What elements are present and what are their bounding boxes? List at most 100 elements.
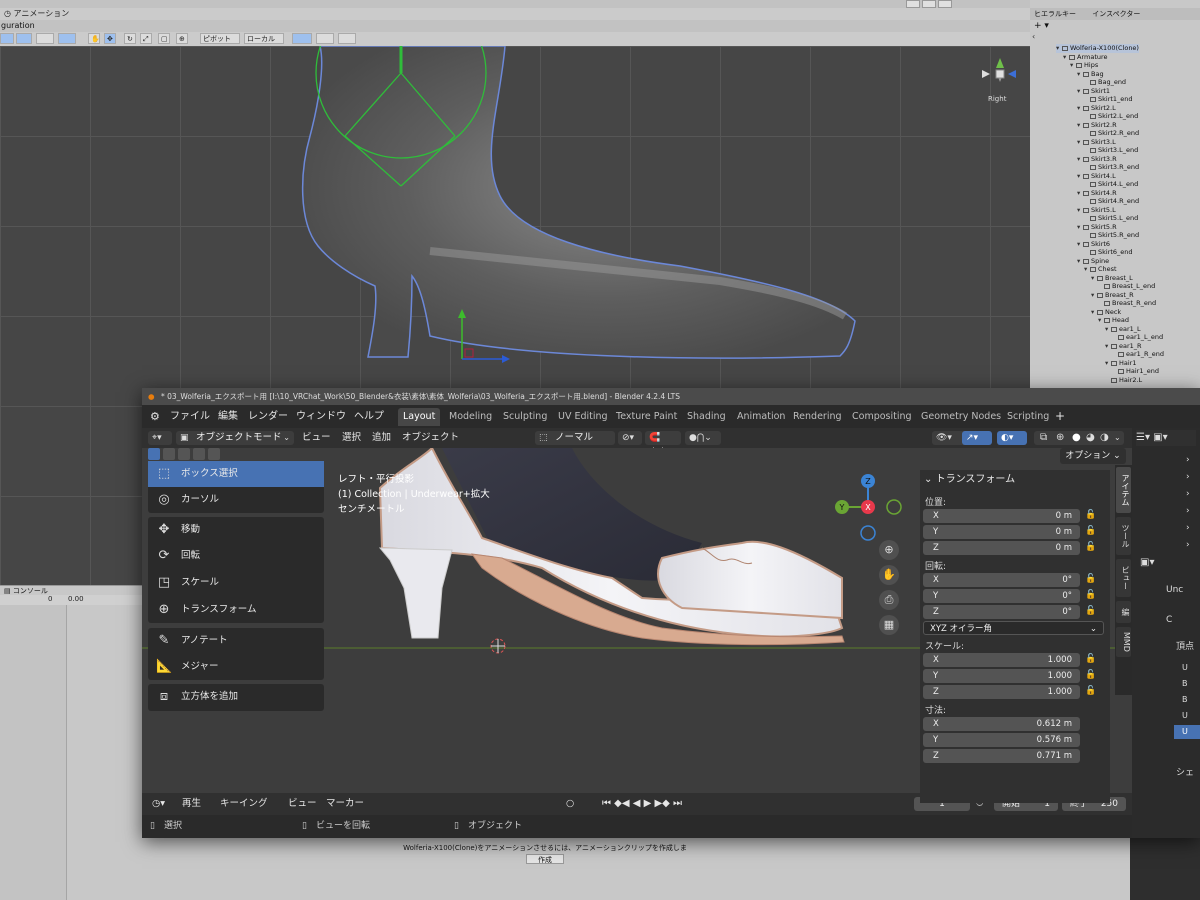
add-workspace-icon[interactable]: + — [1055, 405, 1065, 428]
shape-keys-header[interactable]: シェ — [1176, 765, 1194, 778]
tool-cursor[interactable]: ◎ カーソル — [148, 487, 324, 513]
lock-icon[interactable]: 🔓 — [1085, 606, 1096, 618]
transform-tool-icon[interactable]: ⊕ — [176, 33, 188, 44]
menu-file[interactable]: ファイル — [170, 405, 210, 428]
tool-rotate[interactable]: ⟳ 回転 — [148, 543, 324, 569]
lock-icon[interactable]: 🔓 — [1085, 542, 1096, 554]
vertex-group-4[interactable]: U — [1182, 711, 1188, 720]
dimension-z-field[interactable]: Z 0.771 m — [923, 749, 1080, 763]
blender-menu-logo-icon[interactable]: ⚙ — [150, 405, 160, 428]
increment-snap-dropdown[interactable] — [338, 33, 356, 44]
workspace-layout[interactable]: Layout — [398, 408, 441, 426]
dimension-y-field[interactable]: Y 0.576 m — [923, 733, 1080, 747]
timeline-editor-icon[interactable]: ◷▾ — [152, 793, 165, 815]
sidebar-tab-mmd[interactable]: MMD — [1116, 627, 1131, 657]
sidebar-tab-tool[interactable]: ツール — [1116, 517, 1131, 555]
rendered-icon[interactable]: ◑ — [1100, 431, 1109, 445]
tool-annotate[interactable]: ✎ アノテート — [148, 628, 324, 654]
play-button[interactable] — [906, 0, 920, 8]
header-select-menu[interactable]: 選択 — [342, 428, 361, 448]
lock-icon[interactable]: 🔓 — [1085, 654, 1096, 666]
snap-toggle[interactable]: 🧲⋮⋮▾ — [645, 431, 681, 457]
workspace-modeling[interactable]: Modeling — [444, 408, 497, 426]
tool-move[interactable]: ✥ 移動 — [148, 517, 324, 543]
vertex-groups-header[interactable]: 頂点 — [1176, 639, 1194, 652]
shading-mode-buttons[interactable]: ⧉ ⊕ ● ◕ ◑ ⌄ — [1034, 431, 1124, 445]
vertex-group-selected[interactable]: U — [1174, 725, 1200, 739]
rotate-tool-icon[interactable]: ↻ — [124, 33, 136, 44]
pivot-toggle[interactable]: ピボット — [200, 33, 240, 44]
tool-measure[interactable]: 📐 メジャー — [148, 654, 324, 680]
lock-icon[interactable]: 🔓 — [1085, 574, 1096, 586]
hierarchy-tab[interactable]: ヒエラルキー — [1034, 10, 1076, 18]
2d-toggle[interactable] — [16, 33, 32, 44]
auto-keying-icon[interactable]: ○ — [566, 793, 574, 815]
xray-icon[interactable]: ⧉ — [1040, 431, 1047, 445]
sidebar-tab-edit[interactable]: 編 — [1116, 601, 1131, 623]
keying-menu[interactable]: キーイング — [220, 793, 268, 815]
sidebar-tab-item[interactable]: アイテム — [1116, 467, 1131, 513]
pan-hand-icon[interactable]: ✋ — [879, 565, 899, 585]
animation-tab[interactable]: アニメーション — [14, 9, 70, 18]
menu-edit[interactable]: 編集 — [218, 405, 238, 428]
workspace-compositing[interactable]: Compositing — [847, 408, 917, 426]
transform-orientation-dropdown[interactable]: ⬚ ノーマル — [535, 431, 615, 445]
console-tab[interactable]: コンソール — [13, 587, 48, 595]
perspective-grid-icon[interactable]: ▦ — [879, 615, 899, 635]
hierarchy-add-button[interactable]: + ▾ — [1034, 21, 1049, 31]
marker-menu[interactable]: マーカー — [326, 793, 364, 815]
lock-icon[interactable]: 🔓 — [1085, 526, 1096, 538]
header-view-menu[interactable]: ビュー — [302, 428, 331, 448]
create-clip-button[interactable]: 作成 — [526, 854, 564, 864]
outliner-header[interactable]: ☰▾ ▣▾ — [1136, 430, 1196, 446]
unity-scene-gizmo[interactable] — [982, 58, 1016, 82]
select-new-button[interactable] — [148, 448, 160, 460]
zoom-icon[interactable]: ⊕ — [879, 540, 899, 560]
outliner-expanders[interactable]: › › › › › › — [1186, 452, 1190, 554]
vertex-group-2[interactable]: B — [1182, 679, 1188, 688]
gizmos-dropdown[interactable] — [58, 33, 76, 44]
rotation-x-field[interactable]: X 0° — [923, 573, 1080, 587]
tool-scale[interactable]: ◳ スケール — [148, 570, 324, 596]
rotation-mode-dropdown[interactable]: XYZ オイラー角 ⌄ — [923, 621, 1104, 635]
local-toggle[interactable]: ローカル — [244, 33, 284, 44]
vertex-group-1[interactable]: U — [1182, 663, 1188, 672]
select-subtract-button[interactable] — [178, 448, 190, 460]
shading-mode-button[interactable] — [0, 33, 14, 44]
workspace-rendering[interactable]: Rendering — [788, 408, 847, 426]
pivot-point-dropdown[interactable]: ⊘▾ — [618, 431, 642, 445]
header-add-menu[interactable]: 追加 — [372, 428, 391, 448]
editor-type-dropdown[interactable]: ⌖▾ — [148, 431, 172, 445]
inspector-tab[interactable]: インスペクター — [1092, 10, 1140, 18]
workspace-animation[interactable]: Animation — [732, 408, 790, 426]
dimension-x-field[interactable]: X 0.612 m — [923, 717, 1080, 731]
rotation-y-field[interactable]: Y 0° — [923, 589, 1080, 603]
overlay-toggle[interactable]: ◐▾ — [997, 431, 1027, 445]
transform-panel-header[interactable]: ⌄ トランスフォーム — [920, 470, 1110, 490]
select-invert-button[interactable] — [193, 448, 205, 460]
lock-icon[interactable]: 🔓 — [1085, 670, 1096, 682]
workspace-sculpting[interactable]: Sculpting — [498, 408, 552, 426]
rotation-z-field[interactable]: Z 0° — [923, 605, 1080, 619]
snap-settings-dropdown[interactable] — [316, 33, 334, 44]
workspace-shading[interactable]: Shading — [682, 408, 731, 426]
proportional-edit-toggle[interactable]: ●⋂⌄ — [685, 431, 721, 445]
navigation-gizmo[interactable]: Z Y X — [833, 472, 903, 542]
camera-view-icon[interactable]: ⎙ — [879, 590, 899, 610]
select-extend-button[interactable] — [163, 448, 175, 460]
properties-editor-icon[interactable]: ▣▾ — [1140, 557, 1154, 568]
pause-button[interactable] — [922, 0, 936, 8]
hierarchy-item[interactable]: Hair2.L — [1105, 376, 1142, 385]
scale-z-field[interactable]: Z 1.000 — [923, 685, 1080, 699]
scale-x-field[interactable]: X 1.000 — [923, 653, 1080, 667]
workspace-uv-editing[interactable]: UV Editing — [553, 408, 613, 426]
move-tool-icon[interactable]: ✥ — [104, 33, 116, 44]
workspace-geometry-nodes[interactable]: Geometry Nodes — [916, 408, 1006, 426]
rect-tool-icon[interactable]: ▢ — [158, 33, 170, 44]
location-y-field[interactable]: Y 0 m — [923, 525, 1080, 539]
menu-render[interactable]: レンダー — [248, 405, 288, 428]
menu-window[interactable]: ウィンドウ — [296, 405, 346, 428]
lock-icon[interactable]: 🔓 — [1085, 590, 1096, 602]
hand-tool-icon[interactable]: ✋ — [88, 33, 100, 44]
header-object-menu[interactable]: オブジェクト — [402, 428, 459, 448]
